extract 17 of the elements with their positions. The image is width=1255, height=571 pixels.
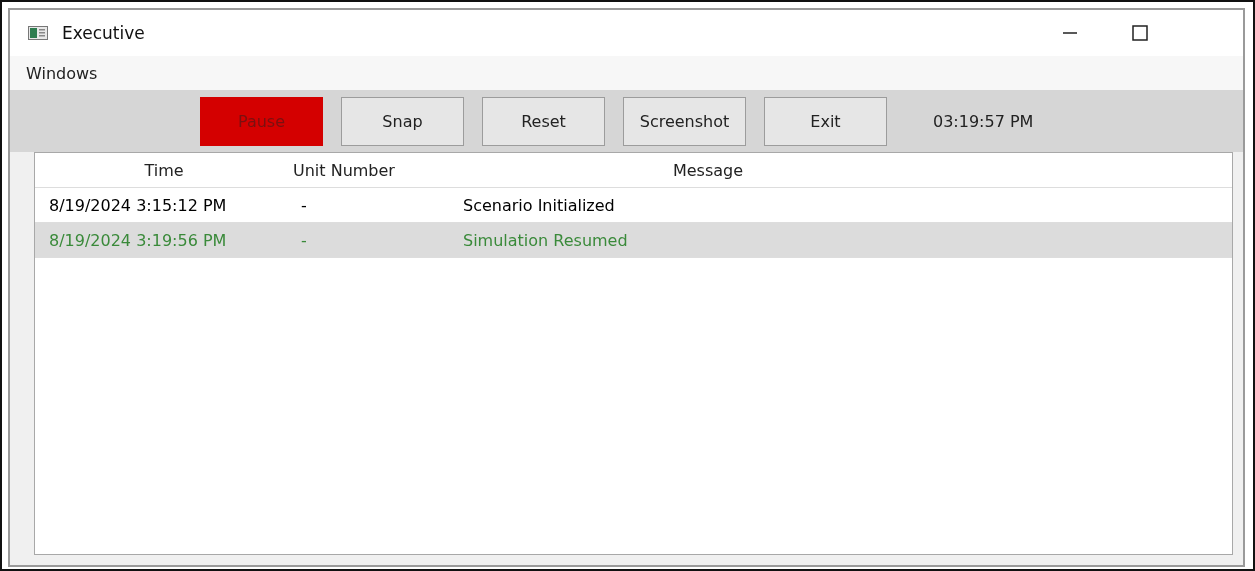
table-cell-text: Scenario Initialized xyxy=(463,195,616,215)
clock-text: 03:19:57 PM xyxy=(933,111,1034,131)
window-title: Executive xyxy=(62,23,145,43)
toolbar-button[interactable]: Exit xyxy=(764,96,887,146)
table-cell-text: 8/19/2024 3:15:12 PM xyxy=(48,195,228,215)
toolbar-button[interactable]: Reset xyxy=(482,96,605,146)
table-cell-text: Simulation Resumed xyxy=(463,230,629,250)
toolbar-button[interactable]: Snap xyxy=(341,96,464,146)
column-header[interactable]: Message xyxy=(453,160,963,180)
menu-item[interactable]: Windows xyxy=(26,63,98,83)
column-header[interactable]: Unit Number xyxy=(293,160,453,180)
table-cell-text: 8/19/2024 3:19:56 PM xyxy=(48,230,228,250)
column-header[interactable]: Time xyxy=(35,160,293,180)
app-icon xyxy=(28,26,48,40)
toolbar-button[interactable]: Screenshot xyxy=(623,96,746,146)
table-cell-text: - xyxy=(301,230,308,250)
table-cell-text: - xyxy=(301,195,308,215)
